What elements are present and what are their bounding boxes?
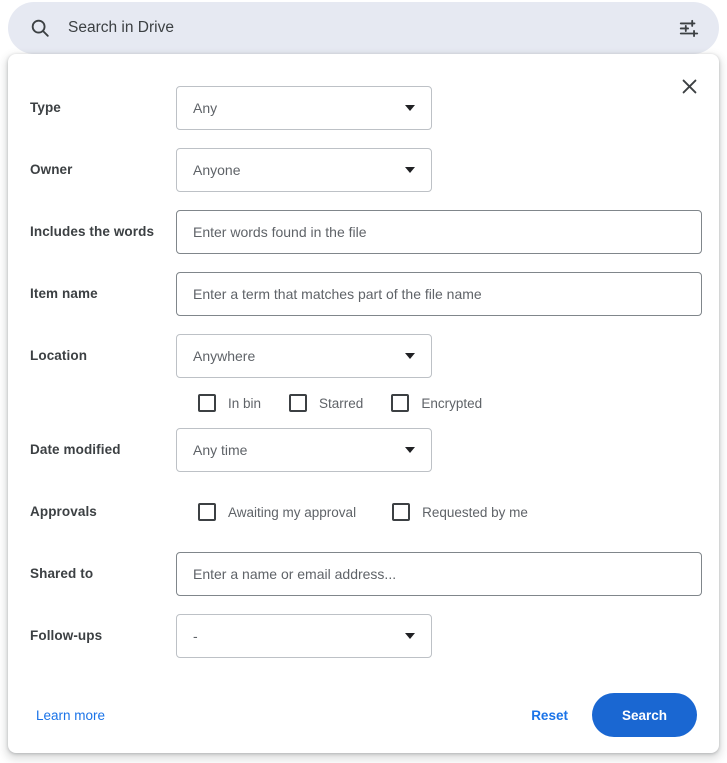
follow-ups-select[interactable]: - [176,614,432,658]
checkbox-in-bin[interactable]: In bin [198,388,261,418]
checkbox-label: Starred [319,395,364,411]
date-modified-select-value: Any time [193,442,248,458]
label-includes-words: Includes the words [30,224,155,239]
search-button[interactable]: Search [591,693,697,737]
owner-select[interactable]: Anyone [176,148,432,192]
row-type: Type Any [8,86,719,148]
label-location: Location [30,348,88,363]
checkbox-awaiting-my-approval[interactable]: Awaiting my approval [198,497,356,527]
checkbox-label: Requested by me [422,504,528,520]
row-owner: Owner Anyone [8,148,719,210]
row-location-checkboxes: In bin Starred Encrypted [8,378,719,428]
advanced-search-panel: Type Any Owner Anyone Includes the words… [8,54,719,753]
row-item-name: Item name [8,272,719,334]
search-filter-form: Type Any Owner Anyone Includes the words… [8,86,719,676]
checkbox-box-icon[interactable] [392,503,411,521]
checkbox-label: In bin [228,395,262,411]
checkbox-label: Awaiting my approval [228,504,357,520]
tune-filter-icon[interactable] [665,4,713,52]
label-follow-ups: Follow-ups [30,628,103,643]
search-icon[interactable] [16,4,64,52]
chevron-down-icon [405,353,415,359]
row-follow-ups: Follow-ups - [8,614,719,676]
checkbox-requested-by-me[interactable]: Requested by me [392,497,528,527]
location-select[interactable]: Anywhere [176,334,432,378]
location-checkbox-group: In bin Starred Encrypted [176,378,719,418]
location-select-value: Anywhere [193,348,256,364]
checkbox-encrypted[interactable]: Encrypted [391,388,482,418]
checkbox-starred[interactable]: Starred [289,388,363,418]
row-includes-words: Includes the words [8,210,719,272]
learn-more-link[interactable]: Learn more [36,708,105,723]
shared-to-input[interactable] [176,552,702,596]
reset-button[interactable]: Reset [517,698,582,733]
label-item-name: Item name [30,286,98,301]
panel-footer: Learn more Reset Search [8,677,719,753]
checkbox-label: Encrypted [421,395,483,411]
label-owner: Owner [30,162,73,177]
row-location: Location Anywhere [8,334,719,378]
item-name-input[interactable] [176,272,702,316]
checkbox-box-icon[interactable] [198,503,216,521]
follow-ups-select-value: - [193,628,198,644]
chevron-down-icon [405,167,415,173]
type-select[interactable]: Any [176,86,432,130]
checkbox-box-icon[interactable] [391,394,410,412]
checkbox-box-icon[interactable] [289,394,308,412]
includes-words-input[interactable] [176,210,702,254]
chevron-down-icon [405,447,415,453]
row-shared-to: Shared to [8,552,719,614]
label-date-modified: Date modified [30,442,121,457]
row-approvals: Approvals Awaiting my approval Requested… [8,490,719,552]
approvals-checkbox-group: Awaiting my approval Requested by me [176,490,719,534]
row-date-modified: Date modified Any time [8,428,719,490]
search-bar[interactable] [8,2,719,54]
label-approvals: Approvals [30,504,97,519]
search-input[interactable] [64,8,665,48]
chevron-down-icon [405,105,415,111]
date-modified-select[interactable]: Any time [176,428,432,472]
checkbox-box-icon[interactable] [198,394,216,412]
label-type: Type [30,100,61,115]
chevron-down-icon [405,633,415,639]
type-select-value: Any [193,100,218,116]
owner-select-value: Anyone [193,162,241,178]
drive-advanced-search-screen: Type Any Owner Anyone [0,0,727,763]
label-shared-to: Shared to [30,566,94,581]
